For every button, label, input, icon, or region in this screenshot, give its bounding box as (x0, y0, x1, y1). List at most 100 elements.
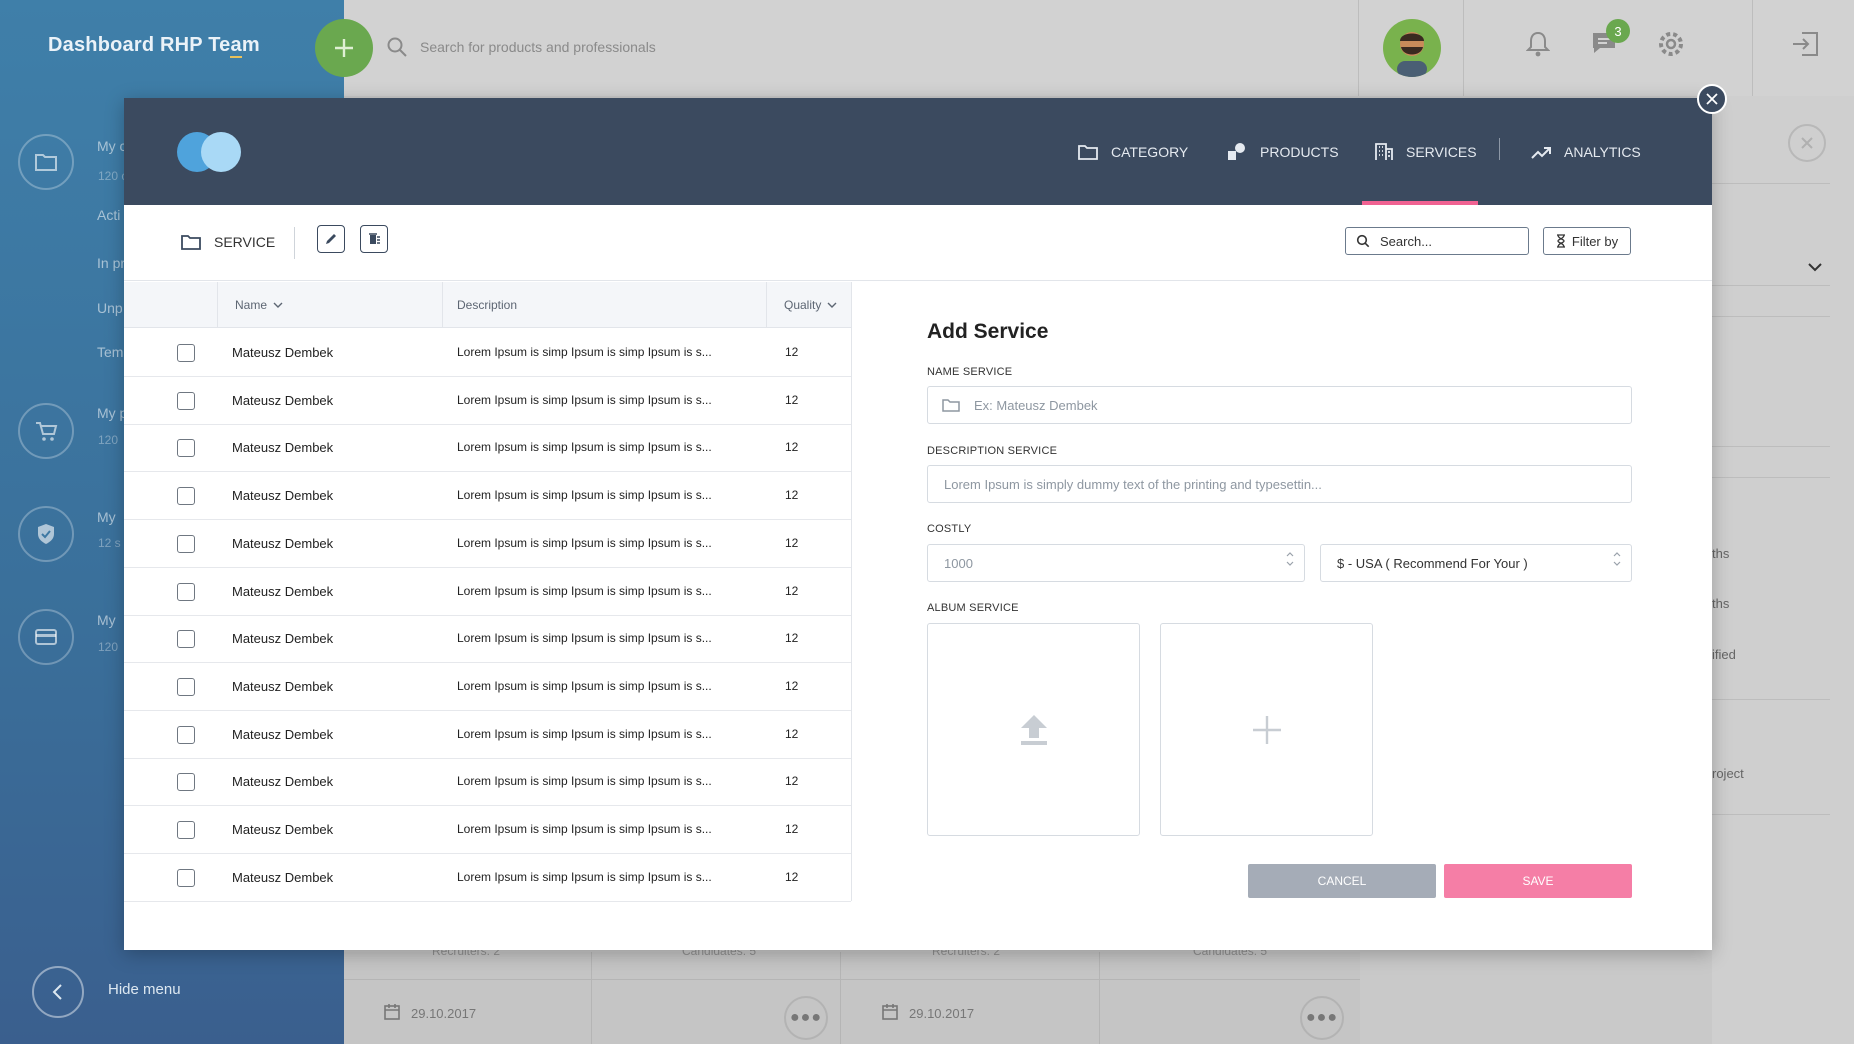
hourglass-icon (1556, 234, 1565, 248)
sidebar-item-services[interactable] (18, 506, 74, 562)
tab-analytics[interactable]: ANALYTICS (1530, 137, 1641, 167)
row-checkbox[interactable] (177, 630, 195, 649)
delete-button[interactable] (360, 225, 388, 253)
number-stepper[interactable] (1286, 552, 1294, 566)
global-search-input[interactable]: Search for products and professionals (420, 39, 656, 55)
upload-icon (1020, 714, 1047, 745)
table-search-input[interactable]: Search... (1345, 227, 1529, 255)
divider (294, 227, 295, 259)
cell-description: Lorem Ipsum is simp Ipsum is simp Ipsum … (457, 440, 712, 455)
cell-description: Lorem Ipsum is simp Ipsum is simp Ipsum … (457, 631, 712, 646)
chevron-down-icon (1613, 561, 1621, 566)
sidebar-label[interactable]: Unp (97, 300, 123, 316)
table-row[interactable]: Mateusz Dembek Lorem Ipsum is simp Ipsum … (124, 329, 851, 377)
cell-name: Mateusz Dembek (232, 869, 334, 885)
album-label: ALBUM SERVICE (927, 602, 1019, 614)
sidebar-item-payments[interactable] (18, 609, 74, 665)
cell-name: Mateusz Dembek (232, 631, 334, 647)
bell-icon[interactable] (1526, 30, 1550, 58)
sidebar-sub: 120 c (98, 169, 128, 183)
sidebar-item-categories[interactable] (18, 134, 74, 190)
row-checkbox[interactable] (177, 677, 195, 696)
row-checkbox[interactable] (177, 534, 195, 553)
more-options-button[interactable]: ●●● (784, 996, 828, 1040)
sidebar-label: My c (97, 138, 127, 154)
tab-services[interactable]: SERVICES (1374, 137, 1477, 167)
table-row[interactable]: Mateusz Dembek Lorem Ipsum is simp Ipsum … (124, 424, 851, 473)
cancel-button[interactable]: CANCEL (1248, 864, 1436, 898)
table-row[interactable]: Mateusz Dembek Lorem Ipsum is simp Ipsum … (124, 615, 851, 664)
logout-icon[interactable] (1790, 30, 1820, 58)
column-label: Quality (784, 298, 822, 312)
divider (591, 952, 592, 1044)
name-placeholder: Ex: Mateusz Dembek (974, 397, 1098, 413)
divider (1358, 0, 1359, 96)
sidebar-item-products[interactable] (18, 403, 74, 459)
table-row[interactable]: Mateusz Dembek Lorem Ipsum is simp Ipsum … (124, 758, 851, 807)
description-service-input[interactable]: Lorem Ipsum is simply dummy text of the … (927, 465, 1632, 503)
hide-menu-label[interactable]: Hide menu (108, 981, 181, 998)
column-header-description[interactable]: Description (457, 282, 517, 328)
search-icon (387, 37, 407, 57)
filter-button[interactable]: Filter by (1543, 227, 1631, 255)
select-arrows[interactable] (1613, 552, 1621, 566)
name-service-input[interactable]: Ex: Mateusz Dembek (927, 386, 1632, 424)
panel-close-button[interactable] (1788, 124, 1826, 162)
table-row[interactable]: Mateusz Dembek Lorem Ipsum is simp Ipsum … (124, 806, 851, 854)
add-image-box[interactable] (1160, 623, 1373, 836)
divider (217, 282, 218, 328)
costly-label: COSTLY (927, 523, 972, 535)
modal-close-button[interactable] (1697, 84, 1727, 114)
sidebar-label[interactable]: Tem (97, 344, 123, 360)
cell-description: Lorem Ipsum is simp Ipsum is simp Ipsum … (457, 678, 712, 693)
table-row[interactable]: Mateusz Dembek Lorem Ipsum is simp Ipsum … (124, 854, 851, 902)
row-checkbox[interactable] (177, 868, 195, 887)
row-checkbox[interactable] (177, 725, 195, 744)
upload-image-box[interactable] (927, 623, 1140, 836)
column-header-name[interactable]: Name (235, 282, 283, 328)
table-row[interactable]: Mateusz Dembek Lorem Ipsum is simp Ipsum … (124, 568, 851, 616)
tab-label: ANALYTICS (1564, 144, 1641, 160)
table-row[interactable]: Mateusz Dembek Lorem Ipsum is simp Ipsum … (124, 472, 851, 521)
trash-icon (369, 233, 380, 244)
tab-category[interactable]: CATEGORY (1077, 137, 1188, 167)
save-button[interactable]: SAVE (1444, 864, 1632, 898)
row-checkbox[interactable] (177, 344, 195, 362)
modal-header: CATEGORY PRODUCTS SERVICES ANALYTICS (124, 98, 1712, 205)
table-row[interactable]: Mateusz Dembek Lorem Ipsum is simp Ipsum … (124, 377, 851, 425)
tab-products[interactable]: PRODUCTS (1226, 137, 1339, 167)
chevron-up-icon[interactable] (1286, 552, 1294, 557)
currency-select[interactable]: $ - USA ( Recommend For Your ) (1320, 544, 1632, 582)
cell-quality: 12 (785, 869, 799, 884)
more-options-button[interactable]: ●●● (1300, 996, 1344, 1040)
chevron-down-icon[interactable] (1807, 262, 1823, 272)
cell-name: Mateusz Dembek (232, 822, 334, 837)
row-checkbox[interactable] (177, 487, 195, 506)
sidebar-sub: 12 s (98, 536, 121, 550)
sidebar-label[interactable]: In pr (97, 255, 125, 271)
chevron-up-icon (1613, 552, 1621, 557)
row-checkbox[interactable] (177, 391, 195, 410)
table-row[interactable]: Mateusz Dembek Lorem Ipsum is simp Ipsum … (124, 711, 851, 759)
gear-icon[interactable] (1657, 30, 1685, 58)
hide-menu-button[interactable] (32, 966, 84, 1018)
sidebar-label[interactable]: Acti (97, 207, 120, 223)
right-panel (1712, 96, 1854, 1044)
avatar[interactable] (1383, 19, 1441, 77)
row-checkbox[interactable] (177, 439, 195, 458)
search-icon (1356, 234, 1370, 248)
chevron-down-icon[interactable] (1286, 561, 1294, 566)
divider (344, 979, 1360, 980)
row-checkbox[interactable] (177, 821, 195, 839)
table-row[interactable]: Mateusz Dembek Lorem Ipsum is simp Ipsum … (124, 663, 851, 711)
table-header: Name Description Quality (124, 282, 851, 328)
table-row[interactable]: Mateusz Dembek Lorem Ipsum is simp Ipsum … (124, 520, 851, 568)
row-checkbox[interactable] (177, 773, 195, 792)
column-header-quality[interactable]: Quality (784, 282, 837, 328)
add-button[interactable] (315, 19, 373, 77)
cell-quality: 12 (785, 535, 799, 550)
edit-button[interactable] (317, 225, 345, 253)
section-title-label: SERVICE (214, 234, 276, 250)
costly-input[interactable]: 1000 (927, 544, 1305, 582)
row-checkbox[interactable] (177, 582, 195, 601)
